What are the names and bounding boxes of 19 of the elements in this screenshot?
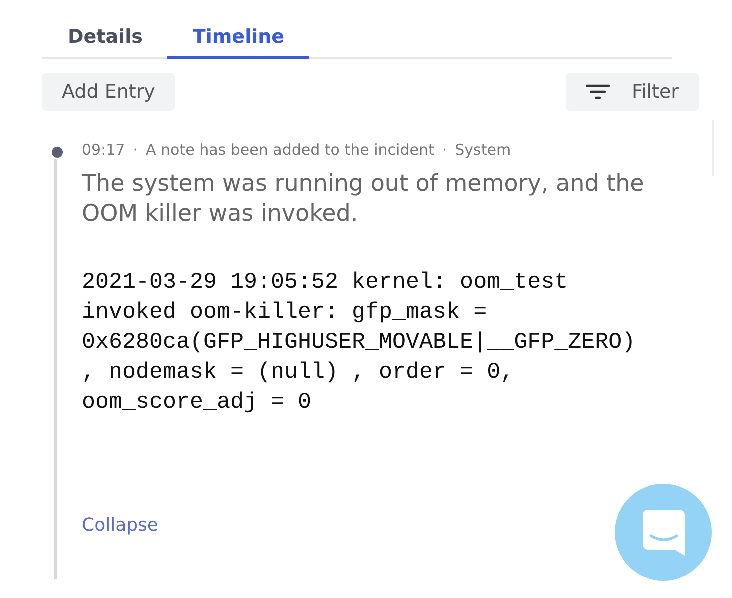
- chat-icon: [642, 510, 684, 556]
- tab[interactable]: Details: [42, 20, 167, 59]
- entry-author: System: [455, 141, 512, 159]
- log-line: , nodemask = (null) , order = 0,: [82, 358, 514, 387]
- timeline-dot: [52, 147, 63, 158]
- separator: ·: [133, 141, 138, 159]
- entry-title: A note has been added to the incident: [146, 141, 434, 159]
- filter-button[interactable]: Filter: [566, 73, 699, 111]
- log-line: 0x6280ca(GFP_HIGHUSER_MOVABLE|__GFP_ZERO): [82, 328, 636, 357]
- tab[interactable]: Timeline: [166, 20, 309, 59]
- collapse-link[interactable]: Collapse: [82, 515, 158, 536]
- entry-time: 09:17: [82, 141, 126, 159]
- add-entry-button[interactable]: Add Entry: [42, 73, 176, 111]
- log-line: 2021-03-29 19:05:52 kernel: oom_test: [82, 268, 568, 297]
- note-text: The system was running out of memory, and the OOM killer was invoked.: [82, 170, 646, 229]
- log-line: oom_score_adj = 0: [82, 388, 312, 417]
- filter-icon: [586, 84, 610, 100]
- log-line: invoked oom-killer: gfp_mask =: [82, 298, 488, 327]
- separator: ·: [442, 141, 448, 159]
